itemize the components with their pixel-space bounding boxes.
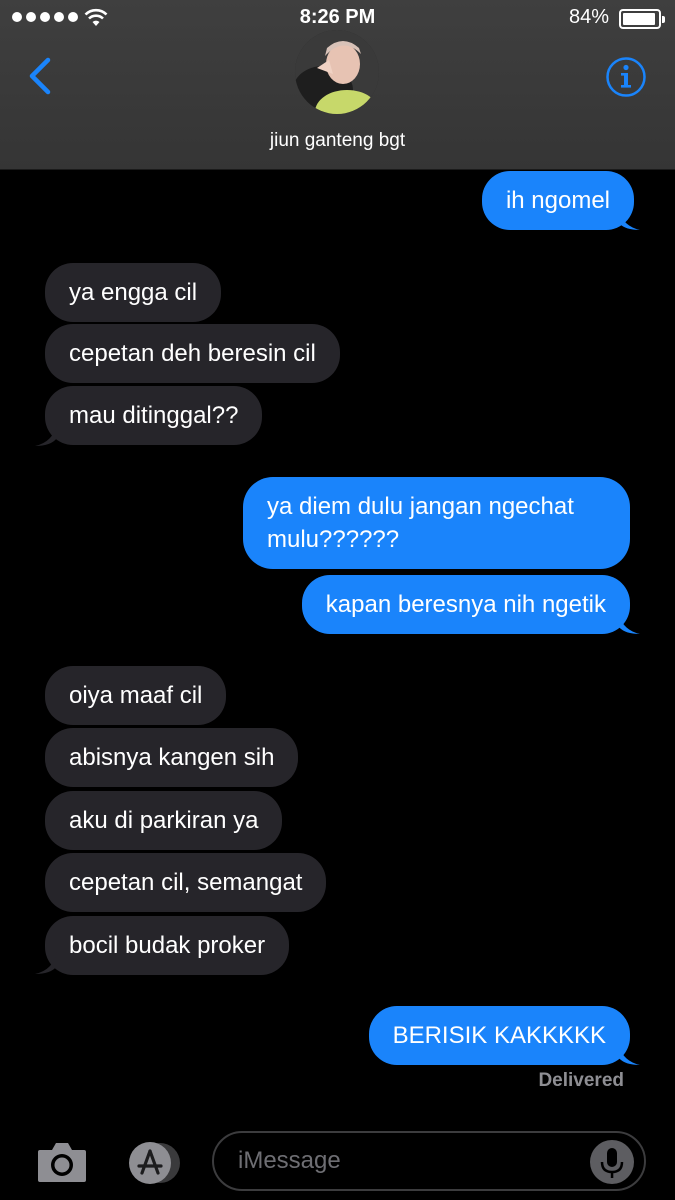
message-bubble-incoming[interactable]: oiya maaf cil [45, 666, 227, 725]
app-store-icon[interactable] [122, 1141, 184, 1185]
battery-percentage: 84% [568, 6, 609, 28]
delivered-status: Delivered [538, 1070, 624, 1091]
battery-icon [619, 9, 665, 29]
message-bubble-incoming[interactable]: bocil budak proker [45, 916, 290, 975]
message-bubble-incoming[interactable]: ya engga cil [45, 263, 222, 322]
status-bar: 8:26 PM 84% [0, 0, 675, 34]
bubble-tail [618, 208, 640, 230]
microphone-icon [600, 1148, 624, 1178]
info-icon[interactable] [605, 56, 647, 98]
contact-avatar[interactable] [295, 30, 379, 114]
bubble-tail [35, 424, 57, 446]
camera-icon[interactable] [36, 1138, 88, 1184]
back-chevron-icon[interactable] [22, 54, 62, 98]
bubble-tail [35, 952, 57, 974]
imessage-input-field[interactable] [212, 1131, 646, 1191]
message-bubble-outgoing[interactable]: ih ngomel [481, 171, 634, 230]
message-bubble-incoming[interactable]: cepetan deh beresin cil [45, 324, 340, 383]
message-bubble-incoming[interactable]: abisnya kangen sih [45, 728, 299, 787]
contact-name[interactable]: jiun ganteng bgt [0, 130, 675, 152]
message-bubble-incoming[interactable]: aku di parkiran ya [45, 791, 283, 850]
conversation-header: 8:26 PM 84% jiun ganteng bgt [0, 0, 675, 170]
bubble-tail [618, 1043, 640, 1065]
message-bubble-incoming[interactable]: cepetan cil, semangat [45, 853, 327, 912]
microphone-button[interactable] [590, 1140, 634, 1184]
message-bubble-outgoing[interactable]: BERISIK KAKKKKK [368, 1006, 630, 1065]
bubble-tail [618, 612, 640, 634]
message-bubble-incoming[interactable]: mau ditinggal?? [45, 386, 263, 445]
message-line: ya diem dulu jangan ngechat [267, 493, 574, 520]
message-bubble-outgoing[interactable]: ya diem dulu jangan ngechat mulu?????? [243, 477, 630, 569]
message-text-input[interactable] [238, 1143, 578, 1179]
message-line: mulu?????? [267, 526, 400, 553]
message-bubble-outgoing[interactable]: kapan beresnya nih ngetik [301, 575, 630, 634]
